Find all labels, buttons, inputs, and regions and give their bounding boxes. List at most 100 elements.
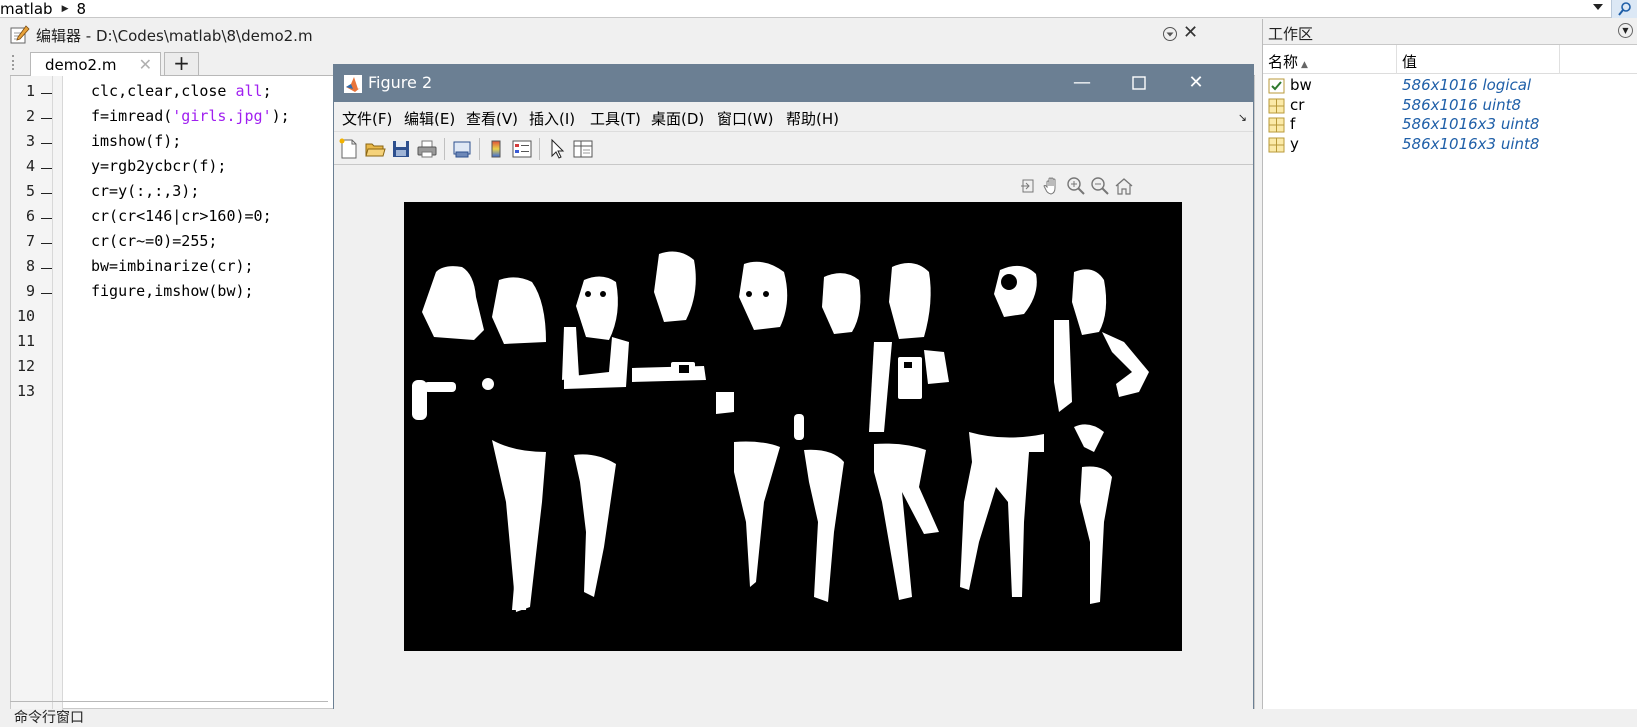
address-bar[interactable]: matlab ▶ 8 — [0, 0, 1637, 18]
code-text: cr(cr<146|cr>160)=0; — [91, 207, 272, 225]
binary-image-axes[interactable] — [404, 202, 1182, 651]
new-figure-icon[interactable] — [338, 138, 360, 160]
maximize-icon[interactable] — [1116, 65, 1162, 102]
code-string: all — [235, 82, 263, 100]
code-line[interactable]: y=rgb2ycbcr(f); — [91, 157, 226, 175]
code-line[interactable]: bw=imbinarize(cr); — [91, 257, 254, 275]
code-text: cr=y(:,:,3); — [91, 182, 200, 200]
path-segment-current[interactable]: 8 — [77, 0, 87, 18]
binary-image — [404, 202, 1182, 651]
line-number: 4 — [25, 157, 35, 175]
export-icon[interactable] — [1019, 176, 1039, 196]
open-folder-icon[interactable] — [364, 138, 386, 160]
property-inspector-icon[interactable] — [572, 138, 594, 160]
code-line[interactable]: cr(cr~=0)=255; — [91, 232, 217, 250]
path-segment-matlab[interactable]: matlab — [0, 0, 53, 18]
breakpoint-marker[interactable] — [41, 293, 52, 294]
code-text: ; — [262, 82, 272, 100]
workspace-row-cr[interactable]: cr 586x1016 uint8 — [1263, 96, 1637, 116]
link-plot-icon[interactable] — [451, 138, 473, 160]
menu-window[interactable]: 窗口(W) — [717, 108, 774, 129]
close-icon[interactable]: ✕ — [1173, 65, 1219, 102]
code-line[interactable]: cr=y(:,:,3); — [91, 182, 199, 200]
figure-titlebar[interactable]: Figure 2 — ✕ — [334, 65, 1253, 102]
zoom-in-icon[interactable] — [1066, 176, 1086, 196]
tab-label: demo2.m — [45, 56, 117, 74]
drag-grip-icon[interactable] — [12, 55, 20, 70]
panel-menu-icon[interactable] — [1162, 26, 1178, 46]
colorbar-icon[interactable] — [485, 138, 507, 160]
variable-name: f — [1290, 115, 1296, 133]
line-number: 7 — [25, 232, 35, 250]
workspace-row-f[interactable]: f 586x1016x3 uint8 — [1263, 115, 1637, 135]
print-icon[interactable] — [416, 138, 438, 160]
code-line[interactable]: f=imread('girls.jpg'); — [91, 107, 290, 125]
figure-canvas — [334, 166, 1253, 709]
breakpoint-marker[interactable] — [41, 268, 52, 269]
tab-demo2[interactable]: demo2.m ✕ — [30, 52, 161, 76]
code-text: f=imread( — [91, 107, 173, 125]
figure-title: Figure 2 — [368, 73, 433, 92]
divider — [10, 701, 328, 702]
menu-file[interactable]: 文件(F) — [342, 108, 392, 129]
close-icon[interactable]: ✕ — [1183, 22, 1198, 43]
dropdown-arrow-icon[interactable] — [1593, 4, 1603, 10]
breakpoint-marker[interactable] — [41, 168, 52, 169]
variable-value: 586x1016 logical — [1402, 76, 1532, 94]
menu-edit[interactable]: 编辑(E) — [404, 108, 455, 129]
code-line[interactable]: figure,imshow(bw); — [91, 282, 254, 300]
line-number: 1 — [25, 82, 35, 100]
breakpoint-marker[interactable] — [41, 93, 52, 94]
breakpoint-marker[interactable] — [41, 218, 52, 219]
code-text: y=rgb2ycbcr(f); — [91, 157, 227, 175]
menu-view[interactable]: 查看(V) — [466, 108, 518, 129]
search-icon[interactable] — [1611, 0, 1637, 18]
variable-name: y — [1290, 134, 1299, 153]
breakpoint-marker[interactable] — [41, 118, 52, 119]
logical-check-icon — [1268, 78, 1285, 94]
line-number: 9 — [25, 282, 35, 300]
figure-menubar: 文件(F) 编辑(E) 查看(V) 插入(I) 工具(T) 桌面(D) 窗口(W… — [334, 102, 1253, 132]
column-header-name[interactable]: 名称 ▲ — [1268, 51, 1308, 72]
workspace-row-bw[interactable]: bw 586x1016 logical — [1263, 76, 1637, 96]
home-icon[interactable] — [1114, 176, 1134, 196]
matrix-grid-icon — [1268, 98, 1285, 113]
legend-icon[interactable] — [511, 138, 533, 160]
breakpoint-marker[interactable] — [41, 193, 52, 194]
save-icon[interactable] — [390, 138, 412, 160]
menu-insert[interactable]: 插入(I) — [529, 108, 575, 129]
column-divider[interactable] — [1396, 45, 1397, 74]
figure-window: Figure 2 — ✕ 文件(F) 编辑(E) 查看(V) 插入(I) 工具(… — [333, 64, 1254, 709]
edit-plot-arrow-icon[interactable] — [546, 138, 568, 160]
editor-title: 编辑器 - D:\Codes\matlab\8\demo2.m — [36, 26, 313, 45]
menu-tools[interactable]: 工具(T) — [590, 108, 641, 129]
column-header-value[interactable]: 值 — [1402, 51, 1417, 72]
variable-value: 586x1016x3 uint8 — [1402, 134, 1540, 153]
code-text: clc,clear,close — [91, 82, 236, 100]
menu-desktop[interactable]: 桌面(D) — [651, 108, 704, 129]
menu-help[interactable]: 帮助(H) — [786, 108, 839, 129]
zoom-out-icon[interactable] — [1090, 176, 1110, 196]
panel-menu-icon[interactable]: ▼ — [1618, 23, 1633, 38]
matlab-logo-icon — [344, 75, 362, 93]
sort-ascending-icon: ▲ — [1301, 60, 1308, 70]
editor-pencil-icon — [10, 25, 30, 44]
code-text: bw=imbinarize(cr); — [91, 257, 254, 275]
dock-arrow-icon[interactable]: ↘ — [1238, 111, 1247, 124]
tab-close-icon[interactable]: ✕ — [139, 55, 152, 74]
pan-hand-icon[interactable] — [1042, 176, 1062, 196]
code-line[interactable]: cr(cr<146|cr>160)=0; — [91, 207, 272, 225]
add-tab-button[interactable]: + — [164, 52, 199, 75]
code-line[interactable]: imshow(f); — [91, 132, 181, 150]
minimize-icon[interactable]: — — [1059, 65, 1105, 102]
code-text: figure,imshow(bw); — [91, 282, 254, 300]
column-divider[interactable] — [1559, 45, 1560, 74]
code-line[interactable]: clc,clear,close all; — [91, 82, 272, 100]
workspace-row-y[interactable]: y 586x1016x3 uint8 — [1263, 135, 1637, 155]
breakpoint-marker[interactable] — [41, 143, 52, 144]
breakpoint-marker[interactable] — [41, 243, 52, 244]
command-window-label[interactable]: 命令行窗口 — [14, 707, 84, 727]
line-number: 5 — [25, 182, 35, 200]
variable-name: cr — [1290, 95, 1305, 114]
chevron-right-icon: ▶ — [61, 3, 69, 14]
